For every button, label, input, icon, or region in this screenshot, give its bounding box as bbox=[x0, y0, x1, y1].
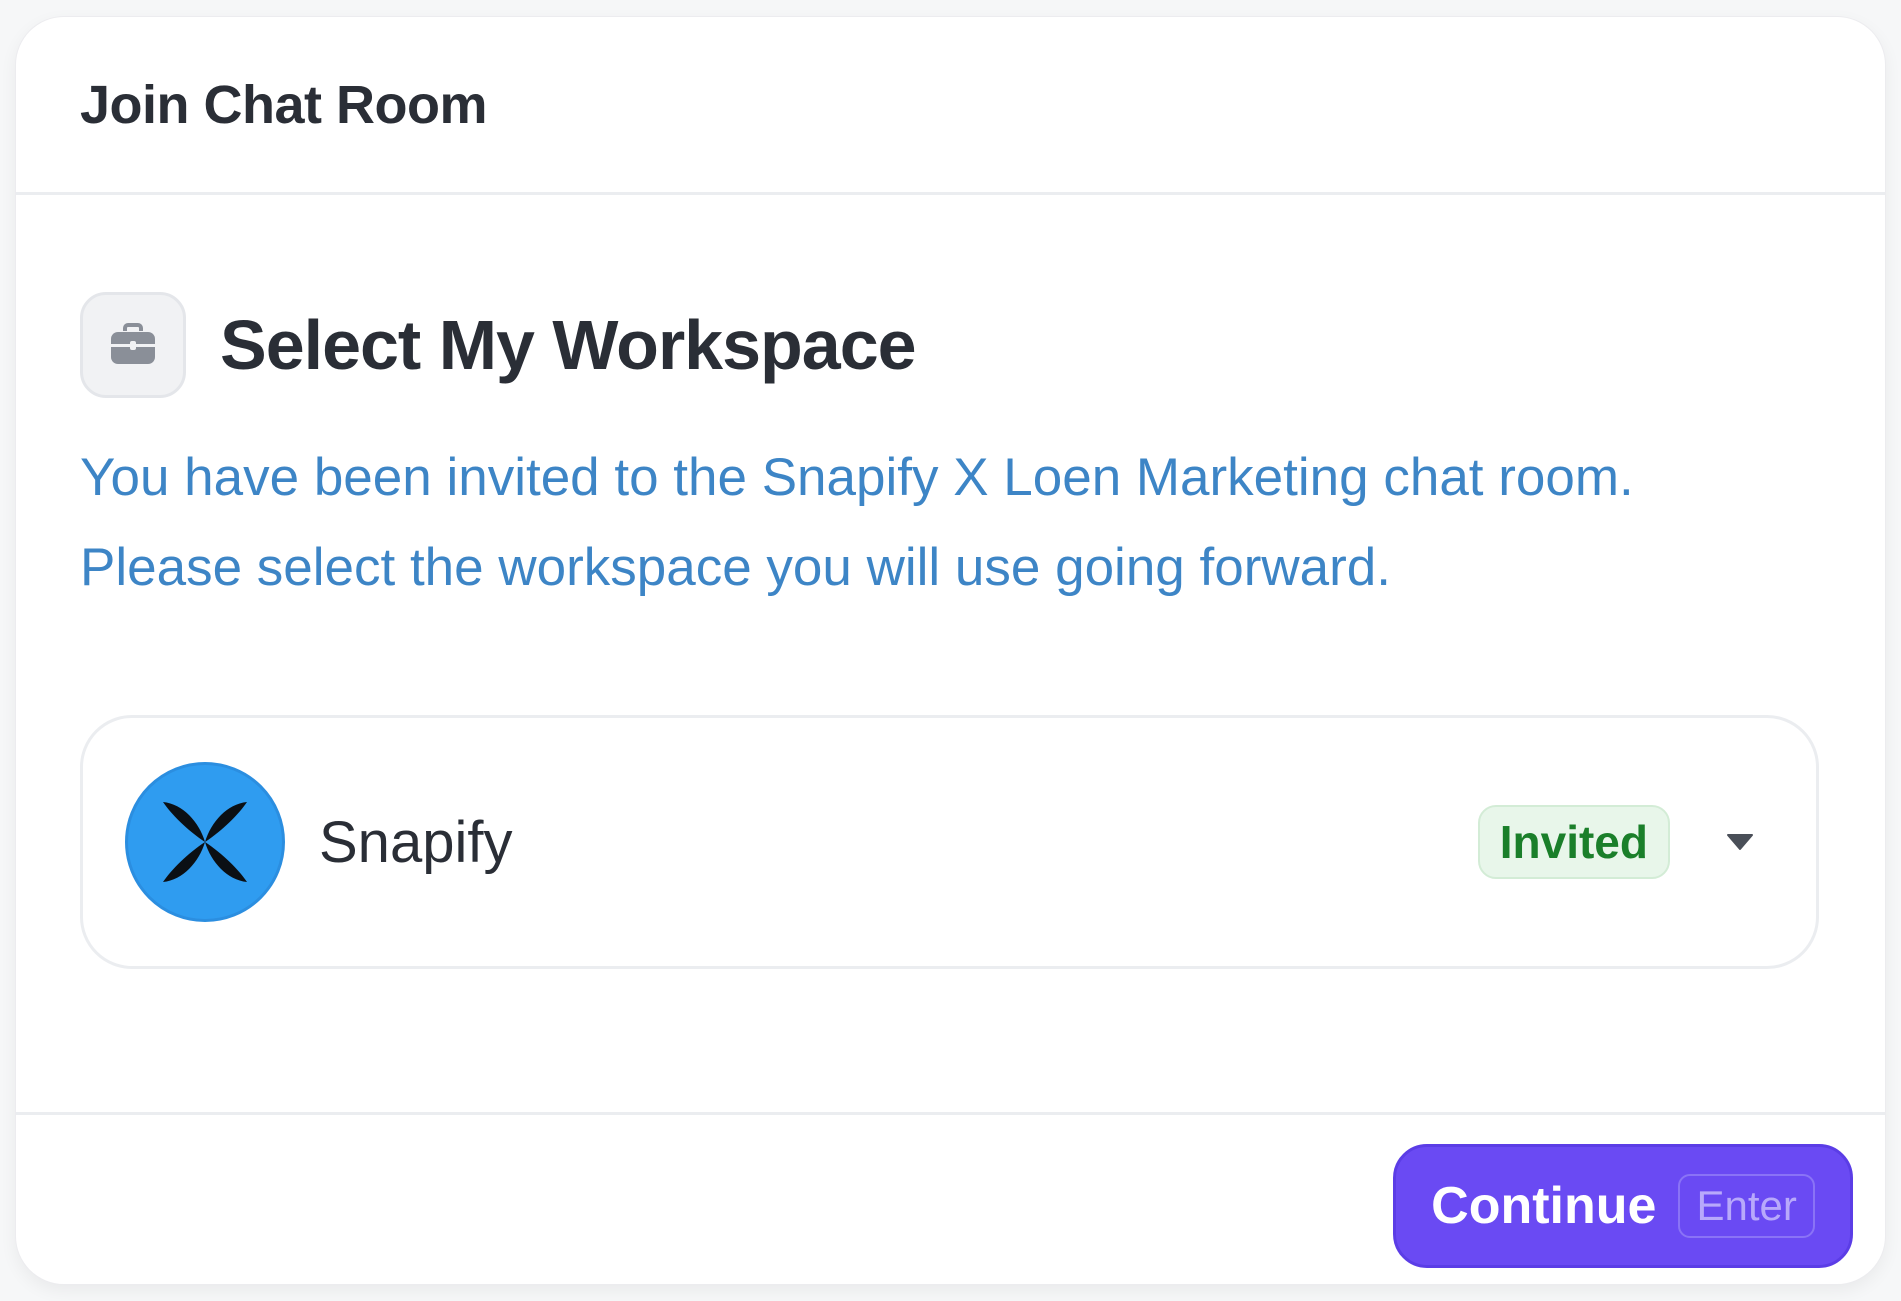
section-heading: Select My Workspace bbox=[80, 292, 917, 398]
continue-button[interactable]: Continue Enter bbox=[1393, 1144, 1853, 1268]
workspace-name: Snapify bbox=[319, 809, 513, 875]
join-chat-room-modal: Join Chat Room Select My Workspace You h… bbox=[16, 17, 1885, 1284]
caret-down-icon[interactable] bbox=[1720, 822, 1760, 862]
briefcase-icon bbox=[80, 292, 186, 398]
enter-shortcut-hint: Enter bbox=[1678, 1174, 1815, 1238]
continue-label: Continue bbox=[1431, 1177, 1657, 1235]
butterfly-x-logo bbox=[163, 802, 247, 882]
workspace-avatar bbox=[125, 762, 285, 922]
modal-header: Join Chat Room bbox=[16, 17, 1885, 195]
modal-body: Select My Workspace You have been invite… bbox=[16, 195, 1885, 1112]
section-title: Select My Workspace bbox=[220, 306, 917, 384]
invite-description: You have been invited to the Snapify X L… bbox=[80, 448, 1634, 597]
workspace-select[interactable]: Snapify Invited bbox=[80, 715, 1819, 969]
modal-title: Join Chat Room bbox=[80, 74, 488, 135]
modal-footer: Continue Enter bbox=[16, 1112, 1885, 1284]
status-badge: Invited bbox=[1477, 805, 1670, 879]
